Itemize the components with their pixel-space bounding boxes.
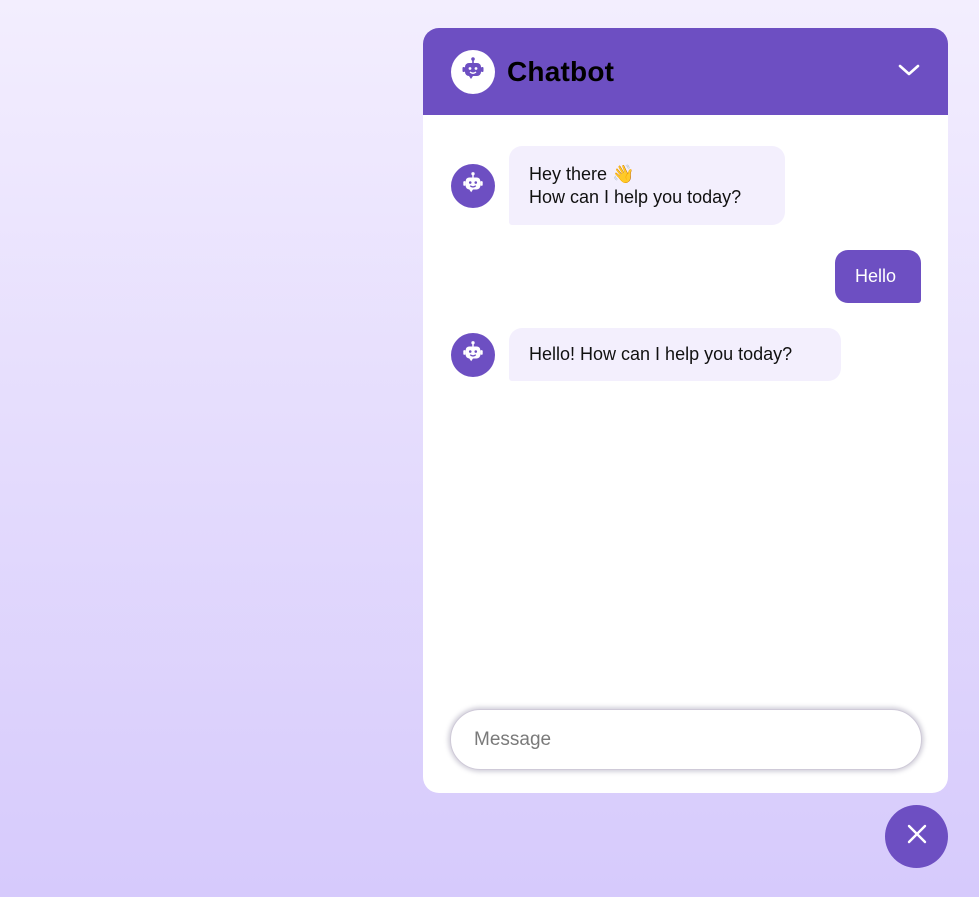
robot-icon — [460, 56, 486, 87]
header-avatar — [451, 49, 495, 94]
chevron-down-icon — [898, 63, 920, 82]
user-message: Hello — [835, 250, 921, 303]
bot-avatar — [451, 163, 495, 208]
bot-message-line: How can I help you today? — [529, 187, 742, 207]
bot-message-bubble: Hello! How can I help you today? — [509, 328, 841, 381]
bot-message: Hello! How can I help you today? — [451, 328, 841, 381]
close-chat-button[interactable] — [885, 805, 948, 868]
message-input[interactable] — [472, 727, 900, 752]
chat-header: Chatbot — [423, 28, 948, 115]
collapse-chat-button[interactable] — [896, 59, 922, 85]
bot-message-bubble: Hey there 👋 How can I help you today? — [509, 146, 785, 225]
user-message-bubble: Hello — [835, 250, 921, 303]
robot-icon — [461, 340, 485, 369]
chat-window: Chatbot Hey there 👋 How can I help you t… — [423, 28, 948, 793]
chat-title: Chatbot — [507, 55, 615, 87]
robot-icon — [461, 171, 485, 200]
bot-message-line: Hey there 👋 — [529, 164, 635, 184]
message-list: Hey there 👋 How can I help you today? He… — [423, 115, 948, 793]
bot-avatar — [451, 332, 495, 377]
bot-message: Hey there 👋 How can I help you today? — [451, 146, 785, 225]
close-icon — [906, 823, 928, 850]
message-composer — [450, 709, 922, 770]
